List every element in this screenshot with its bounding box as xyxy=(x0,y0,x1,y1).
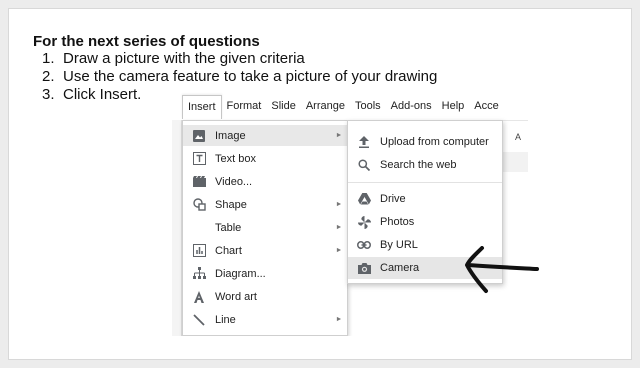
camera-icon xyxy=(348,262,380,274)
step-number: 1. xyxy=(42,50,55,67)
menu-item-shape[interactable]: Shape ► xyxy=(183,194,347,215)
submenu-arrow-icon: ► xyxy=(335,201,343,208)
menu-item-label: Word art xyxy=(215,290,257,303)
step-number: 3. xyxy=(42,86,55,103)
line-icon xyxy=(183,313,215,326)
submenu-item-upload[interactable]: Upload from computer xyxy=(348,131,502,153)
menu-item-label: Chart xyxy=(215,244,242,257)
embedded-screenshot: A Insert Format Slide Arrange Tools Add-… xyxy=(172,92,528,336)
photos-icon xyxy=(348,215,380,229)
wordart-icon xyxy=(183,290,215,303)
menu-arrange[interactable]: Arrange xyxy=(301,100,350,112)
menu-insert[interactable]: Insert xyxy=(182,95,222,119)
menu-item-textbox[interactable]: Text box xyxy=(183,148,347,169)
annotation-arrow-icon xyxy=(465,246,539,293)
submenu-item-photos[interactable]: Photos xyxy=(348,211,502,233)
submenu-item-label: Camera xyxy=(380,262,420,274)
menu-item-label: Image xyxy=(215,129,246,142)
menu-item-label: Video... xyxy=(215,175,253,188)
submenu-item-label: Photos xyxy=(380,216,415,228)
submenu-item-drive[interactable]: Drive xyxy=(348,188,502,210)
drive-icon xyxy=(348,193,380,205)
step-number: 2. xyxy=(42,68,55,85)
menu-accessibility[interactable]: Acce xyxy=(469,100,503,112)
menu-item-line[interactable]: Line ► xyxy=(183,309,347,330)
submenu-item-search-web[interactable]: Search the web xyxy=(348,154,502,176)
instructions-heading: For the next series of questions xyxy=(33,33,260,50)
upload-icon xyxy=(348,136,380,148)
toolbar-font-button[interactable]: A xyxy=(515,132,521,142)
menu-item-chart[interactable]: Chart ► xyxy=(183,240,347,261)
menu-item-label: Shape xyxy=(215,198,247,211)
menu-item-image[interactable]: Image ► xyxy=(183,125,347,146)
menu-item-diagram[interactable]: Diagram... xyxy=(183,263,347,284)
left-panel-strip xyxy=(172,120,182,336)
submenu-item-label: Search the web xyxy=(380,159,457,171)
submenu-arrow-icon: ► xyxy=(335,224,343,231)
chart-icon xyxy=(183,244,215,257)
step-text: Draw a picture with the given criteria xyxy=(63,50,305,67)
menu-item-label: Line xyxy=(215,313,236,326)
menu-item-label: Table xyxy=(215,221,242,234)
image-icon xyxy=(183,129,215,142)
instruction-step: 1. Draw a picture with the given criteria xyxy=(33,50,437,68)
menu-item-label: Text box xyxy=(215,152,256,165)
submenu-arrow-icon: ► xyxy=(335,316,343,323)
step-text: Use the camera feature to take a picture… xyxy=(63,68,438,85)
menu-item-wordart[interactable]: Word art xyxy=(183,286,347,307)
menu-item-label: Diagram... xyxy=(215,267,266,280)
menu-tools[interactable]: Tools xyxy=(350,100,386,112)
menu-addons[interactable]: Add-ons xyxy=(386,100,437,112)
video-icon xyxy=(183,176,215,187)
submenu-arrow-icon: ► xyxy=(335,132,343,139)
shape-icon xyxy=(183,198,215,211)
submenu-divider xyxy=(348,182,502,183)
search-icon xyxy=(348,159,380,171)
menu-item-table[interactable]: Table ► xyxy=(183,217,347,238)
diagram-icon xyxy=(183,267,215,280)
menu-slide[interactable]: Slide xyxy=(266,100,300,112)
menu-help[interactable]: Help xyxy=(437,100,470,112)
submenu-item-label: By URL xyxy=(380,239,418,251)
insert-menu: Image ► Text box Video... Shape ► Table … xyxy=(182,120,348,336)
instruction-step: 2. Use the camera feature to take a pictu… xyxy=(33,68,437,86)
menu-format[interactable]: Format xyxy=(222,100,267,112)
submenu-item-label: Drive xyxy=(380,193,406,205)
menu-item-video[interactable]: Video... xyxy=(183,171,347,192)
link-icon xyxy=(348,241,380,249)
menubar: Insert Format Slide Arrange Tools Add-on… xyxy=(182,95,528,119)
canvas-background xyxy=(502,152,528,172)
textbox-icon xyxy=(183,152,215,165)
step-text: Click Insert. xyxy=(63,86,142,103)
submenu-arrow-icon: ► xyxy=(335,247,343,254)
submenu-item-label: Upload from computer xyxy=(380,136,489,148)
